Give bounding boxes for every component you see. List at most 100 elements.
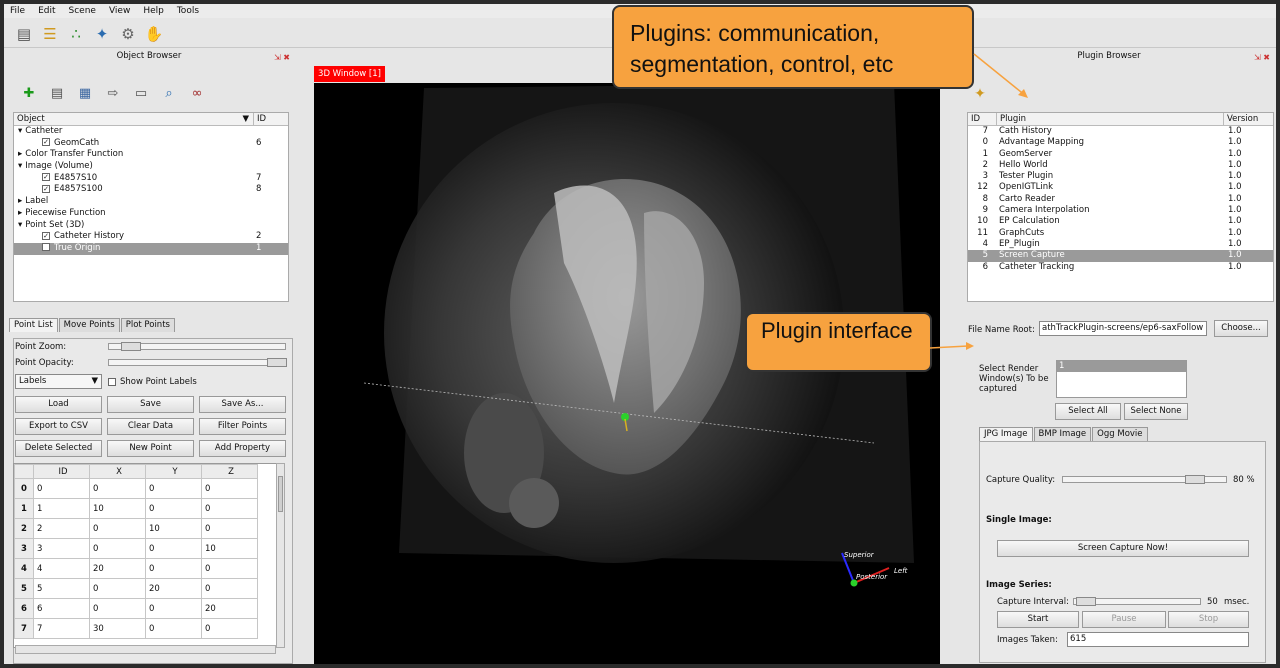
- table-row[interactable]: 3 3 0 0 10: [14, 538, 258, 559]
- table-cell[interactable]: 30: [89, 618, 146, 639]
- 3d-render-view[interactable]: Superior Posterior Left: [314, 83, 940, 664]
- table-row[interactable]: 00000: [14, 478, 258, 499]
- tree-item[interactable]: ✓ E4857S10 7: [14, 173, 288, 185]
- select-none-button[interactable]: Select None: [1124, 403, 1188, 420]
- new-point-button[interactable]: New Point: [107, 440, 194, 457]
- table-cell[interactable]: 7: [33, 618, 90, 639]
- table-cell[interactable]: 0: [89, 598, 146, 619]
- collapse-arrow-icon[interactable]: ▸: [18, 208, 22, 218]
- plugin-browser-dock-buttons[interactable]: ⇲ ✖: [1254, 53, 1270, 62]
- add-property-button[interactable]: Add Property: [199, 440, 286, 457]
- show-point-labels[interactable]: Show Point Labels: [108, 377, 197, 387]
- column-header-z[interactable]: Z: [201, 464, 258, 479]
- tab-move-points[interactable]: Move Points: [58, 318, 120, 332]
- expand-arrow-icon[interactable]: ▾: [18, 220, 22, 230]
- table-cell[interactable]: 10: [201, 538, 258, 559]
- tab-point-list[interactable]: Point List: [9, 318, 58, 332]
- quality-slider-knob[interactable]: [1185, 475, 1205, 484]
- menu-edit[interactable]: Edit: [38, 6, 55, 16]
- import-icon[interactable]: ⇨: [104, 84, 122, 102]
- table-row[interactable]: 6 6 0 0 20: [14, 598, 258, 619]
- table-cell[interactable]: 0: [89, 538, 146, 559]
- trash-icon[interactable]: ▭: [132, 84, 150, 102]
- row-header[interactable]: 6: [14, 598, 34, 619]
- menu-scene[interactable]: Scene: [69, 6, 96, 16]
- table-cell[interactable]: 0: [145, 618, 202, 639]
- capture-quality-slider[interactable]: [1062, 475, 1227, 484]
- column-header-x[interactable]: X: [89, 464, 146, 479]
- save-button[interactable]: Save: [107, 396, 194, 413]
- tab-3d-window[interactable]: 3D Window [1]: [314, 66, 385, 82]
- table-cell[interactable]: 6: [33, 598, 90, 619]
- table-row[interactable]: 7 7 30 0 0: [14, 618, 258, 639]
- table-cell[interactable]: 10: [89, 498, 146, 519]
- load-button[interactable]: Load: [15, 396, 102, 413]
- visibility-checkbox[interactable]: ✓: [42, 184, 50, 193]
- show-labels-checkbox[interactable]: [108, 377, 116, 386]
- pause-button[interactable]: Pause: [1082, 611, 1166, 628]
- table-cell[interactable]: 0: [145, 478, 202, 499]
- row-header[interactable]: 3: [14, 538, 34, 559]
- point-zoom-slider[interactable]: [108, 342, 286, 351]
- row-header[interactable]: 7: [14, 618, 34, 639]
- interval-slider-knob[interactable]: [1076, 597, 1096, 606]
- row-header[interactable]: 4: [14, 558, 34, 579]
- table-row[interactable]: 2 2 0 10 0: [14, 518, 258, 539]
- clear-data-button[interactable]: Clear Data: [107, 418, 194, 435]
- table-cell[interactable]: 0: [201, 498, 258, 519]
- filter-points-button[interactable]: Filter Points: [199, 418, 286, 435]
- choose-button[interactable]: Choose...: [1214, 320, 1268, 337]
- table-cell[interactable]: 3: [33, 538, 90, 559]
- plugin-row[interactable]: 2 Hello World 1.0: [968, 160, 1273, 171]
- gear-icon[interactable]: ⚙: [118, 24, 138, 44]
- slider-knob[interactable]: [121, 342, 141, 351]
- labels-select[interactable]: Labels ▼: [15, 374, 102, 389]
- screen-capture-now-button[interactable]: Screen Capture Now!: [997, 540, 1249, 557]
- file-name-root-field[interactable]: athTrackPlugin-screens/ep6-saxFollow: [1039, 321, 1207, 336]
- table-row[interactable]: 4 4 20 0 0: [14, 558, 258, 579]
- table-cell[interactable]: 20: [201, 598, 258, 619]
- tree-item[interactable]: ▸ Label: [14, 196, 288, 208]
- plugin-row[interactable]: 5 Screen Capture 1.0: [968, 250, 1273, 262]
- table-cell[interactable]: 5: [33, 578, 90, 599]
- column-header-id[interactable]: ID: [33, 464, 90, 479]
- tree-item[interactable]: ▸ Color Transfer Function: [14, 149, 288, 161]
- tab-jpg-image[interactable]: JPG Image: [979, 427, 1033, 441]
- open-icon[interactable]: ▤: [48, 84, 66, 102]
- table-cell[interactable]: 0: [33, 478, 90, 499]
- row-header[interactable]: 0: [14, 478, 34, 499]
- row-header[interactable]: 2: [14, 518, 34, 539]
- tree-item[interactable]: ✓ Catheter History 2: [14, 231, 288, 243]
- plugin-row[interactable]: 1 GeomServer 1.0: [968, 149, 1273, 160]
- table-cell[interactable]: 0: [145, 538, 202, 559]
- render-window-item[interactable]: 1: [1057, 361, 1186, 372]
- plugin-name-header[interactable]: Plugin: [997, 113, 1224, 125]
- row-header[interactable]: 1: [14, 498, 34, 519]
- table-cell[interactable]: 10: [145, 518, 202, 539]
- stop-button[interactable]: Stop: [1168, 611, 1249, 628]
- table-row[interactable]: 5 5 0 20 0: [14, 578, 258, 599]
- plugin-version-header[interactable]: Version: [1224, 113, 1258, 125]
- menu-tools[interactable]: Tools: [177, 6, 199, 16]
- menu-view[interactable]: View: [109, 6, 130, 16]
- tree-item[interactable]: ✓ E4857S100 8: [14, 184, 288, 196]
- point-opacity-slider[interactable]: [108, 358, 287, 367]
- table-cell[interactable]: 20: [89, 558, 146, 579]
- render-window-list[interactable]: 1: [1056, 360, 1187, 398]
- save-as-button[interactable]: Save As...: [199, 396, 286, 413]
- table-cell[interactable]: 0: [201, 478, 258, 499]
- network-icon[interactable]: ✦: [92, 24, 112, 44]
- expand-arrow-icon[interactable]: ▾: [18, 126, 22, 136]
- id-column-header[interactable]: ID: [254, 113, 266, 125]
- menu-help[interactable]: Help: [143, 6, 164, 16]
- plugin-row[interactable]: 12 OpenIGTLink 1.0: [968, 182, 1273, 193]
- table-cell[interactable]: 0: [145, 558, 202, 579]
- column-header-y[interactable]: Y: [145, 464, 202, 479]
- tree-item[interactable]: ▾ Image (Volume): [14, 161, 288, 173]
- plugin-row[interactable]: 11 GraphCuts 1.0: [968, 228, 1273, 239]
- table-cell[interactable]: 0: [89, 518, 146, 539]
- save-icon[interactable]: ▦: [76, 84, 94, 102]
- tab-bmp-image[interactable]: BMP Image: [1033, 427, 1092, 441]
- plugin-row[interactable]: 10 EP Calculation 1.0: [968, 216, 1273, 227]
- table-cell[interactable]: 2: [33, 518, 90, 539]
